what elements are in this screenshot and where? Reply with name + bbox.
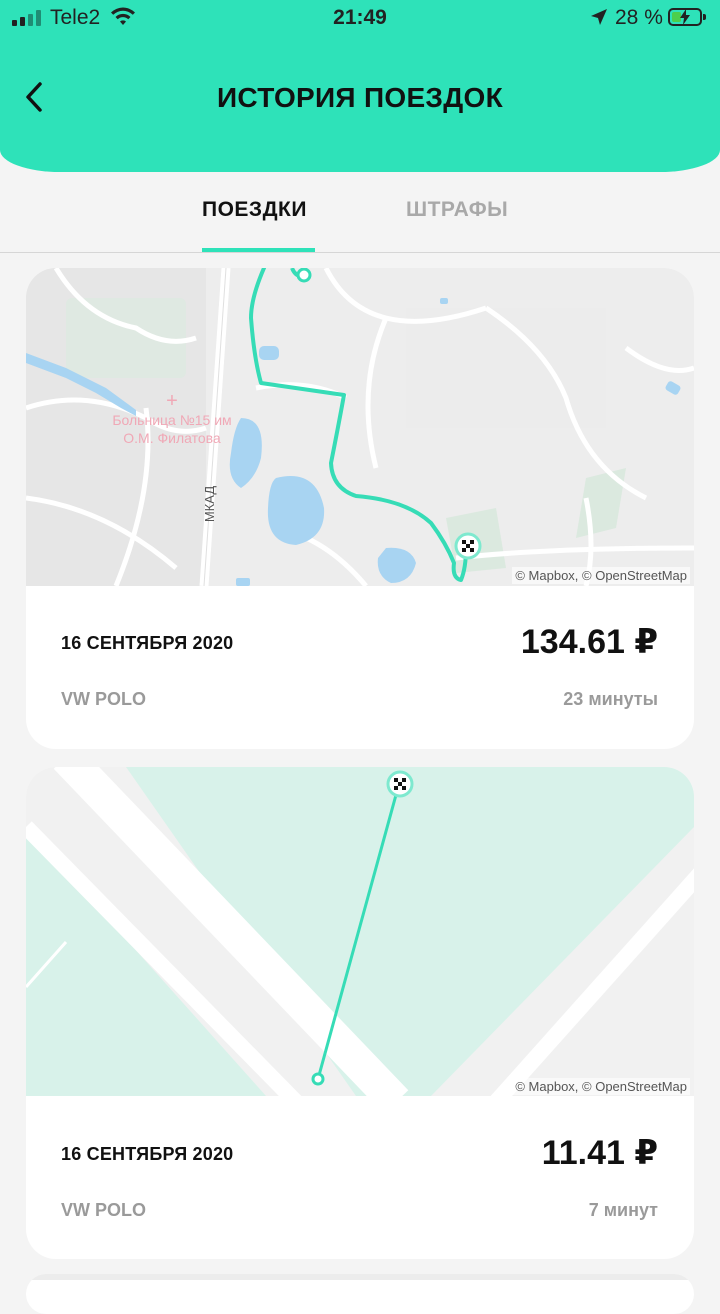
trip-card[interactable]: + Больница №15 им О.М. Филатова МКАД © M… [26,268,694,749]
trip-price: 134.61 ₽ [520,623,658,661]
trip-card-partial[interactable] [26,1274,694,1314]
hospital-marker-icon: + [166,390,178,412]
route-start-marker [296,268,312,283]
checkered-flag-icon [454,532,482,560]
map-attribution[interactable]: © Mapbox, © OpenStreetMap [512,567,690,584]
trip-price: 11.41 ₽ [541,1134,658,1172]
clock: 21:49 [333,6,387,29]
trip-date: 16 СЕНТЯБРЯ 2020 [61,633,234,653]
map-label-road: МКАД [202,486,217,523]
battery-percentage: 28 % [615,6,663,29]
status-bar: Tele2 21:49 28 % [0,0,720,38]
trip-card[interactable]: © Mapbox, © OpenStreetMap 16 СЕНТЯБРЯ 20… [26,767,694,1259]
trip-route-map [26,1274,694,1280]
tab-fines[interactable]: ШТРАФЫ [406,198,508,222]
trip-duration: 7 минут [588,1200,658,1220]
trip-duration: 23 минуты [563,689,658,709]
map-attribution[interactable]: © Mapbox, © OpenStreetMap [512,1078,690,1095]
checkered-flag-icon [386,770,414,798]
location-arrow-icon [591,9,607,25]
trip-route-map: + Больница №15 им О.М. Филатова МКАД [26,268,694,586]
page-title: ИСТОРИЯ ПОЕЗДОК [217,82,503,113]
route-start-marker [311,1072,325,1086]
trip-car-model: VW POLO [61,689,146,709]
trip-car-model: VW POLO [61,1200,146,1220]
active-tab-indicator [202,248,315,252]
tab-bar: ПОЕЗДКИ ШТРАФЫ [0,172,720,253]
tab-trips[interactable]: ПОЕЗДКИ [202,198,307,222]
trip-route-map [26,767,694,1096]
map-label-hospital-line1: Больница №15 им [112,412,231,428]
battery-icon [668,8,706,26]
trip-date: 16 СЕНТЯБРЯ 2020 [61,1144,234,1164]
map-label-hospital-line2: О.М. Филатова [123,430,221,446]
